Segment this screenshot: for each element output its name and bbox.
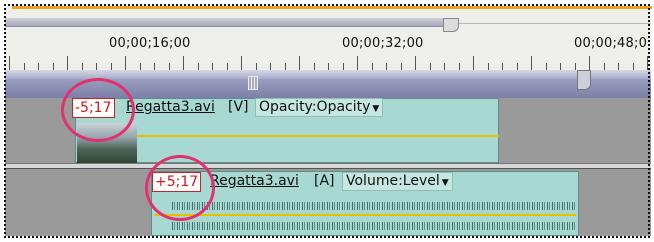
chevron-down-icon: ▼: [441, 178, 449, 188]
ruler-tick: [430, 63, 431, 70]
ruler-tick: [633, 63, 634, 70]
ruler-tick: [444, 63, 445, 70]
ruler-tick: [299, 56, 300, 70]
ruler-tick: [183, 56, 184, 70]
ruler-tick: [256, 63, 257, 70]
volume-property-menu[interactable]: Volume:Level ▼: [342, 172, 453, 191]
chevron-down-icon: ▼: [372, 104, 380, 114]
ruler-tick: [372, 63, 373, 70]
ruler-tick: [328, 63, 329, 70]
timeline-viewport: 00;00;16;00 00;00;32;00 00;00;48;0 Regat…: [5, 6, 651, 236]
ruler-tick: [96, 63, 97, 70]
track-divider: [5, 163, 651, 169]
ruler-tick: [285, 63, 286, 70]
ruler-tick: [473, 56, 474, 70]
timecode-32s: 00;00;32;00: [342, 36, 424, 51]
opacity-property-label: Opacity:Opacity: [259, 99, 371, 115]
opacity-keyframe-line[interactable]: [137, 135, 499, 137]
volume-property-label: Volume:Level: [346, 173, 440, 189]
ruler-tick: [67, 56, 68, 70]
work-area-grip-icon[interactable]: [248, 76, 258, 90]
zoom-scroll-track: [457, 23, 651, 24]
ruler-tick: [401, 63, 402, 70]
video-offset-highlight-circle: [61, 78, 135, 142]
ruler-tick: [53, 63, 54, 70]
ruler-tick: [212, 63, 213, 70]
ruler-tick: [618, 63, 619, 70]
ruler-tick: [169, 63, 170, 70]
ruler-tick: [502, 63, 503, 70]
ruler-tick: [227, 63, 228, 70]
ruler-tick: [488, 63, 489, 70]
audio-waveform-bottom: [172, 222, 576, 230]
ruler-tick: [589, 56, 590, 70]
ruler-tick: [357, 56, 358, 70]
ruler-tick: [531, 56, 532, 70]
ruler-tick: [24, 63, 25, 70]
zoom-scroll-handle[interactable]: [443, 18, 459, 32]
audio-clip-name: Regatta3.avi: [210, 173, 299, 189]
audio-offset-highlight-circle: [145, 155, 215, 221]
ruler-tick: [647, 56, 648, 70]
ruler-tick: [9, 56, 10, 70]
audio-waveform-top: [172, 202, 576, 210]
ruler-tick: [241, 56, 242, 70]
opacity-property-menu[interactable]: Opacity:Opacity ▼: [255, 98, 384, 117]
volume-keyframe-line[interactable]: [154, 214, 576, 216]
ruler-tick: [386, 63, 387, 70]
work-area-end-handle[interactable]: [577, 70, 591, 90]
audio-track-tag: [A]: [314, 173, 335, 189]
video-track-tag: [V]: [228, 99, 249, 115]
ruler-tick: [82, 63, 83, 70]
ruler-tick: [314, 63, 315, 70]
ruler-tick: [343, 63, 344, 70]
ruler-ticks: [5, 54, 651, 70]
timecode-16s: 00;00;16;00: [109, 36, 191, 51]
ruler-tick: [125, 56, 126, 70]
top-accent-line: [12, 6, 652, 9]
ruler-tick: [560, 63, 561, 70]
ruler-tick: [111, 63, 112, 70]
ruler-tick: [517, 63, 518, 70]
video-clip-name: Regatta3.avi: [126, 99, 215, 115]
ruler-tick: [154, 63, 155, 70]
ruler-tick: [38, 63, 39, 70]
ruler-tick: [546, 63, 547, 70]
ruler-tick: [270, 63, 271, 70]
timeline-panel: 00;00;16;00 00;00;32;00 00;00;48;0 Regat…: [0, 0, 654, 242]
ruler-tick: [198, 63, 199, 70]
ruler-tick: [140, 63, 141, 70]
ruler-tick: [459, 63, 460, 70]
ruler-tick: [604, 63, 605, 70]
ruler-tick: [415, 56, 416, 70]
zoom-scroll-bar[interactable]: [5, 18, 451, 27]
timecode-48s: 00;00;48;0: [574, 36, 648, 51]
ruler-tick: [575, 63, 576, 70]
